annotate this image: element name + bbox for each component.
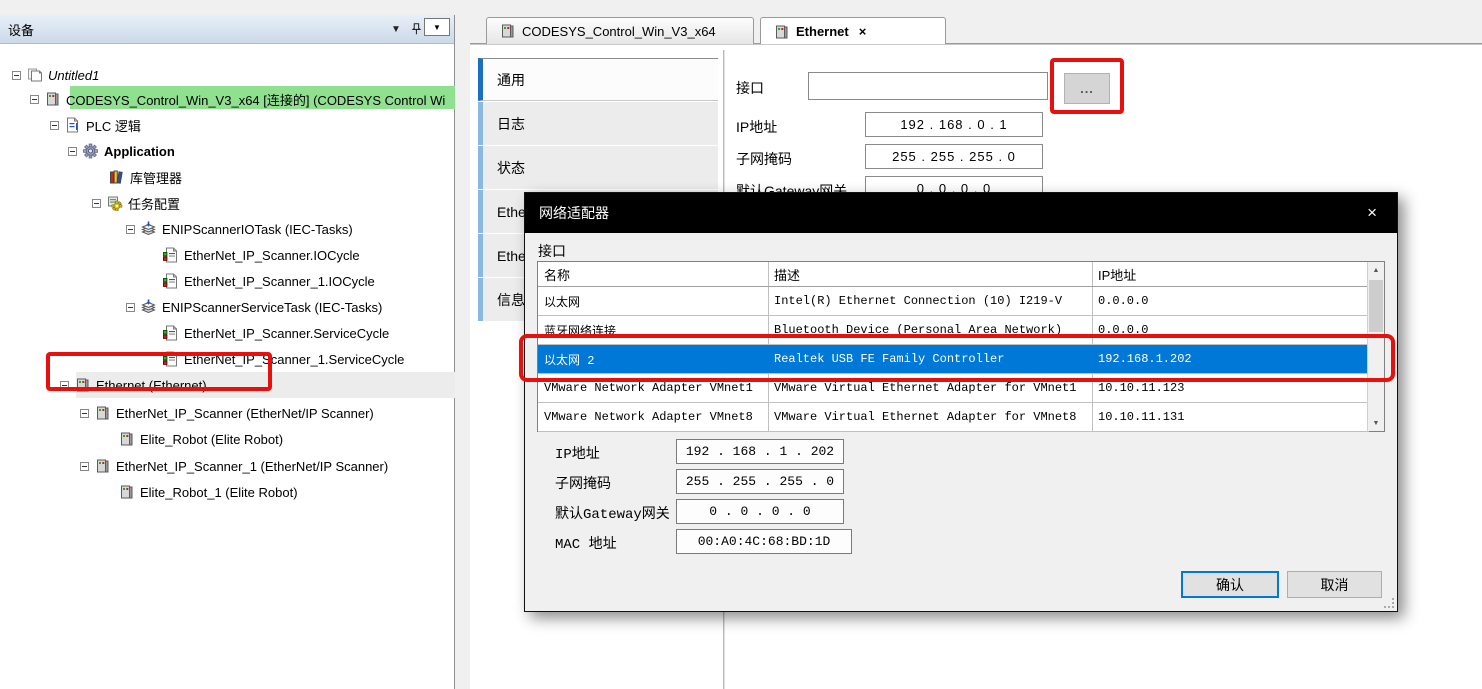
browse-button[interactable]: ...	[1064, 73, 1110, 104]
task-icon	[140, 299, 157, 315]
tree-item[interactable]: EtherNet_IP_Scanner_1 (EtherNet/IP Scann…	[80, 454, 388, 478]
resize-grip[interactable]	[1384, 598, 1394, 608]
task-config-icon	[106, 195, 123, 211]
collapse-icon[interactable]	[126, 225, 135, 234]
program-call-icon	[162, 273, 179, 289]
device-icon	[499, 23, 516, 39]
scrollbar-thumb[interactable]	[1369, 280, 1383, 332]
tree-item[interactable]: Untitled1	[12, 63, 99, 87]
dialog-gateway-field: 0 . 0 . 0 . 0	[676, 499, 844, 524]
table-scrollbar[interactable]: ▲ ▼	[1367, 262, 1384, 431]
scroll-down-icon[interactable]: ▼	[1368, 415, 1384, 431]
program-call-icon	[162, 325, 179, 341]
device-icon	[94, 458, 111, 474]
devices-panel: 设备 ▼ × ▼ Untitled1 CODESYS_Control_Win_V…	[0, 15, 455, 689]
dialog-subnet-field: 255 . 255 . 255 . 0	[676, 469, 844, 494]
collapse-icon[interactable]	[50, 121, 59, 130]
table-row[interactable]: 蓝牙网络连接 Bluetooth Device (Personal Area N…	[538, 316, 1369, 345]
tree-item[interactable]: EtherNet_IP_Scanner_1.ServiceCycle	[162, 347, 404, 371]
interfaces-label: 接口	[538, 241, 566, 261]
tree-item[interactable]: ENIPScannerIOTask (IEC-Tasks)	[126, 217, 353, 241]
subnet-mask-label: 子网掩码	[736, 149, 792, 169]
plc-logic-icon	[64, 117, 81, 133]
tree-item[interactable]: 库管理器	[108, 165, 182, 189]
dialog-mac-label: MAC 地址	[555, 533, 617, 553]
program-call-icon	[162, 247, 179, 263]
tree-item-ethernet[interactable]: Ethernet (Ethernet)	[60, 373, 207, 397]
dialog-titlebar[interactable]: 网络适配器 ×	[525, 193, 1397, 233]
table-header-row: 名称 描述 IP地址	[538, 262, 1369, 287]
tree-item[interactable]: Application	[68, 139, 175, 163]
interface-input[interactable]	[808, 72, 1048, 100]
tab-close-icon[interactable]: ×	[859, 24, 867, 39]
tree-item[interactable]: EtherNet_IP_Scanner_1.IOCycle	[162, 269, 375, 293]
project-pages-icon	[26, 67, 43, 83]
confirm-button[interactable]: 确认	[1181, 571, 1279, 598]
device-icon	[44, 91, 61, 107]
ip-address-field[interactable]: 192 . 168 . 0 . 1	[865, 112, 1043, 137]
collapse-icon[interactable]	[60, 381, 69, 390]
network-adapter-dialog: 网络适配器 × 接口 名称 描述 IP地址 以太网 Intel(R) Ether…	[524, 192, 1398, 612]
collapse-icon[interactable]	[126, 303, 135, 312]
collapse-icon[interactable]	[12, 71, 21, 80]
column-header-name[interactable]: 名称	[538, 262, 768, 286]
table-row[interactable]: 以太网 Intel(R) Ethernet Connection (10) I2…	[538, 287, 1369, 316]
tree-item[interactable]: EtherNet_IP_Scanner.ServiceCycle	[162, 321, 389, 345]
tree-dropdown-button[interactable]: ▼	[424, 18, 450, 36]
tree-item[interactable]: Elite_Robot_1 (Elite Robot)	[118, 480, 298, 504]
dialog-gateway-label: 默认Gateway网关	[555, 503, 670, 523]
dialog-ip-label: IP地址	[555, 443, 600, 463]
table-row[interactable]: VMware Network Adapter VMnet1 VMware Vir…	[538, 374, 1369, 403]
table-row-selected[interactable]: 以太网 2 Realtek USB FE Family Controller 1…	[538, 345, 1369, 374]
dialog-ip-field: 192 . 168 . 1 . 202	[676, 439, 844, 464]
collapse-icon[interactable]	[92, 199, 101, 208]
tree-item[interactable]: CODESYS_Control_Win_V3_x64 [连接的] (CODESY…	[30, 87, 445, 111]
collapse-icon[interactable]	[68, 147, 77, 156]
tree-item[interactable]: ENIPScannerServiceTask (IEC-Tasks)	[126, 295, 382, 319]
devices-panel-title: 设备	[8, 20, 386, 39]
tab-ethernet[interactable]: Ethernet ×	[760, 17, 946, 45]
device-icon	[118, 484, 135, 500]
panel-dropdown-icon[interactable]: ▼	[386, 20, 406, 38]
table-row[interactable]: VMware Network Adapter VMnet8 VMware Vir…	[538, 403, 1369, 432]
device-icon	[773, 24, 790, 40]
column-header-ip[interactable]: IP地址	[1092, 262, 1369, 286]
device-icon	[94, 405, 111, 421]
collapse-icon[interactable]	[80, 462, 89, 471]
pin-icon[interactable]	[406, 20, 426, 38]
tree-item[interactable]: Elite_Robot (Elite Robot)	[118, 427, 283, 451]
subnet-mask-field[interactable]: 255 . 255 . 255 . 0	[865, 144, 1043, 169]
tab-status[interactable]: 状态	[478, 146, 718, 189]
tab-codesys-control[interactable]: CODESYS_Control_Win_V3_x64	[486, 17, 754, 44]
tree-item[interactable]: EtherNet_IP_Scanner.IOCycle	[162, 243, 360, 267]
column-header-description[interactable]: 描述	[768, 262, 1092, 286]
adapter-table: 名称 描述 IP地址 以太网 Intel(R) Ethernet Connect…	[537, 261, 1385, 432]
collapse-icon[interactable]	[30, 95, 39, 104]
device-icon	[74, 377, 91, 393]
dialog-title: 网络适配器	[539, 203, 609, 223]
cancel-button[interactable]: 取消	[1287, 571, 1382, 598]
library-manager-icon	[108, 169, 125, 185]
devices-panel-header: 设备 ▼ ×	[0, 15, 454, 44]
task-icon	[140, 221, 157, 237]
scroll-up-icon[interactable]: ▲	[1368, 262, 1384, 278]
editor-tab-bar: CODESYS_Control_Win_V3_x64 Ethernet ×	[470, 15, 1482, 44]
program-call-icon	[162, 351, 179, 367]
tree-item[interactable]: EtherNet_IP_Scanner (EtherNet/IP Scanner…	[80, 401, 374, 425]
device-icon	[118, 431, 135, 447]
dialog-mac-field: 00:A0:4C:68:BD:1D	[676, 529, 852, 554]
collapse-icon[interactable]	[80, 409, 89, 418]
ip-address-label: IP地址	[736, 117, 777, 137]
tab-general[interactable]: 通用	[478, 58, 718, 101]
dialog-subnet-label: 子网掩码	[555, 473, 611, 493]
application-gear-icon	[82, 143, 99, 159]
tree-item[interactable]: 任务配置	[92, 191, 180, 215]
interface-label: 接口	[736, 78, 764, 98]
tab-log[interactable]: 日志	[478, 102, 718, 145]
dialog-close-icon[interactable]: ×	[1361, 203, 1383, 223]
tree-item[interactable]: PLC 逻辑	[50, 113, 141, 137]
